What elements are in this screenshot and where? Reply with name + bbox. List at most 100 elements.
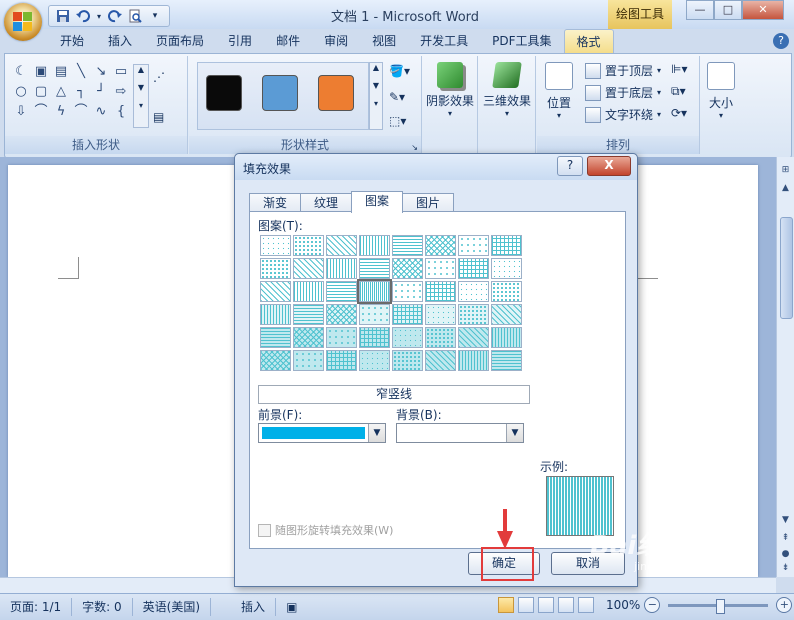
shapes-gallery[interactable]: ☾ ▣ ▤ ╲ ↘ ▭ ○ ▢ △ ┐ ┘ ⇨ ⇩ ⌒ ϟ ⌒ ∿ {	[11, 62, 131, 122]
zoom-out-icon[interactable]: −	[644, 597, 661, 613]
curve-shape-icon[interactable]: ⌒	[71, 102, 91, 122]
tab-home[interactable]: 开始	[48, 29, 96, 53]
pattern-swatch[interactable]	[260, 235, 291, 256]
pattern-swatch[interactable]	[425, 258, 456, 279]
pattern-swatch[interactable]	[458, 304, 489, 325]
customize-icon[interactable]: ▾	[147, 8, 163, 24]
page-count[interactable]: 页面: 1/1	[0, 598, 73, 616]
triangle-shape-icon[interactable]: △	[51, 82, 71, 102]
tab-view[interactable]: 视图	[360, 29, 408, 53]
zoom-slider-knob[interactable]	[716, 598, 726, 614]
send-to-back-button[interactable]: 置于底层 ▾	[585, 84, 661, 101]
pattern-swatch[interactable]	[359, 327, 390, 348]
line-color-icon[interactable]: ✎▾	[389, 90, 405, 104]
redo-icon[interactable]	[107, 8, 123, 24]
dialog-help-button[interactable]: ?	[557, 156, 583, 176]
undo-icon[interactable]	[75, 8, 91, 24]
tab-insert[interactable]: 插入	[96, 29, 144, 53]
ruler-toggle-icon[interactable]: ⊞	[778, 163, 793, 178]
pattern-swatch[interactable]	[425, 281, 456, 302]
wrap-text-button[interactable]: 文字环绕 ▾	[585, 106, 661, 123]
pattern-swatch[interactable]	[458, 258, 489, 279]
tab-page-layout[interactable]: 页面布局	[144, 29, 216, 53]
pattern-swatch[interactable]	[293, 327, 324, 348]
pattern-swatch[interactable]	[293, 281, 324, 302]
pattern-swatch[interactable]	[357, 279, 392, 304]
fill-color-icon[interactable]: 🪣▾	[389, 64, 410, 78]
pattern-swatch[interactable]	[359, 235, 390, 256]
pattern-swatch[interactable]	[392, 258, 423, 279]
pattern-swatch[interactable]	[326, 235, 357, 256]
print-layout-view-icon[interactable]	[498, 597, 514, 613]
draft-view-icon[interactable]	[578, 597, 594, 613]
pattern-swatch[interactable]	[458, 327, 489, 348]
elbow-connector-shape-icon[interactable]: ┐	[71, 82, 91, 102]
arrow-line-shape-icon[interactable]: ↘	[91, 62, 111, 82]
rotate-with-shape-checkbox[interactable]	[258, 523, 271, 537]
pattern-swatch[interactable]	[293, 350, 324, 371]
save-icon[interactable]	[55, 8, 71, 24]
rotate-with-shape-option[interactable]: 随图形旋转填充效果(W)	[258, 522, 393, 538]
pattern-swatch[interactable]	[359, 258, 390, 279]
pattern-swatch[interactable]	[425, 327, 456, 348]
line-shape-icon[interactable]: ╲	[71, 62, 91, 82]
pattern-swatch[interactable]	[293, 235, 324, 256]
pattern-swatch[interactable]	[425, 350, 456, 371]
brace-shape-icon[interactable]: {	[111, 102, 131, 122]
tab-texture[interactable]: 纹理	[300, 193, 353, 213]
zoom-in-icon[interactable]: +	[776, 597, 793, 613]
insert-mode[interactable]: 插入	[211, 598, 277, 616]
pattern-swatch[interactable]	[392, 327, 423, 348]
text-box-icon[interactable]: ▤	[153, 110, 164, 124]
right-arrow-shape-icon[interactable]: ⇨	[111, 82, 131, 102]
background-color-dropdown[interactable]: ▼	[396, 423, 524, 443]
pattern-swatch[interactable]	[458, 235, 489, 256]
tab-review[interactable]: 审阅	[312, 29, 360, 53]
pattern-swatch[interactable]	[392, 281, 423, 302]
maximize-button[interactable]: □	[714, 0, 742, 20]
pattern-swatch[interactable]	[293, 258, 324, 279]
vertical-scrollbar[interactable]: ⊞ ▲ ▼ ⇞ ● ⇟	[776, 157, 794, 577]
pattern-swatch[interactable]	[326, 327, 357, 348]
group-objects-icon[interactable]: ⧉▾	[671, 84, 686, 99]
print-preview-icon[interactable]	[127, 8, 143, 24]
moon-shape-icon[interactable]: ☾	[11, 62, 31, 82]
pattern-swatch[interactable]	[260, 304, 291, 325]
pattern-swatch[interactable]	[326, 258, 357, 279]
position-button[interactable]: 位置 ▾	[539, 62, 579, 120]
pattern-swatch[interactable]	[491, 327, 522, 348]
pattern-swatch[interactable]	[458, 350, 489, 371]
tab-pdf-tools[interactable]: PDF工具集	[480, 29, 563, 53]
pattern-swatch[interactable]	[359, 304, 390, 325]
pattern-swatch[interactable]	[326, 304, 357, 325]
pattern-swatch[interactable]	[491, 235, 522, 256]
freeform-shape-icon[interactable]: ∿	[91, 102, 111, 122]
pattern-swatch[interactable]	[425, 304, 456, 325]
zoom-level[interactable]: 100%	[606, 598, 640, 612]
styles-scroll[interactable]: ▲ ▼ ▾	[369, 62, 383, 130]
pattern-swatch[interactable]	[326, 281, 357, 302]
change-shape-icon[interactable]: ⬚▾	[389, 114, 406, 128]
browse-object-icon[interactable]: ●	[778, 547, 793, 562]
tab-pattern[interactable]: 图案	[351, 191, 404, 213]
elbow-arrow-shape-icon[interactable]: ┘	[91, 82, 111, 102]
style-swatch-orange[interactable]	[318, 75, 354, 111]
tab-picture[interactable]: 图片	[402, 193, 455, 213]
next-page-icon[interactable]: ⇟	[778, 561, 793, 576]
full-screen-view-icon[interactable]	[518, 597, 534, 613]
tab-developer[interactable]: 开发工具	[408, 29, 480, 53]
vertical-textbox-shape-icon[interactable]: ▤	[51, 62, 71, 82]
align-icon[interactable]: ⊫▾	[671, 62, 687, 76]
tab-format[interactable]: 格式	[563, 29, 614, 54]
3d-effects-button[interactable]: 三维效果 ▾	[479, 62, 535, 118]
lightning-shape-icon[interactable]: ϟ	[51, 102, 71, 122]
oval-shape-icon[interactable]: ○	[11, 82, 31, 102]
pattern-swatch[interactable]	[491, 304, 522, 325]
pattern-swatch[interactable]	[326, 350, 357, 371]
close-button[interactable]: ✕	[742, 0, 784, 20]
callout-shape-icon[interactable]: ⌒	[31, 102, 51, 122]
tab-gradient[interactable]: 渐变	[249, 193, 302, 213]
macro-record-icon[interactable]: ▣	[276, 598, 307, 616]
pattern-swatch[interactable]	[293, 304, 324, 325]
scroll-down-icon[interactable]: ▼	[778, 513, 793, 528]
